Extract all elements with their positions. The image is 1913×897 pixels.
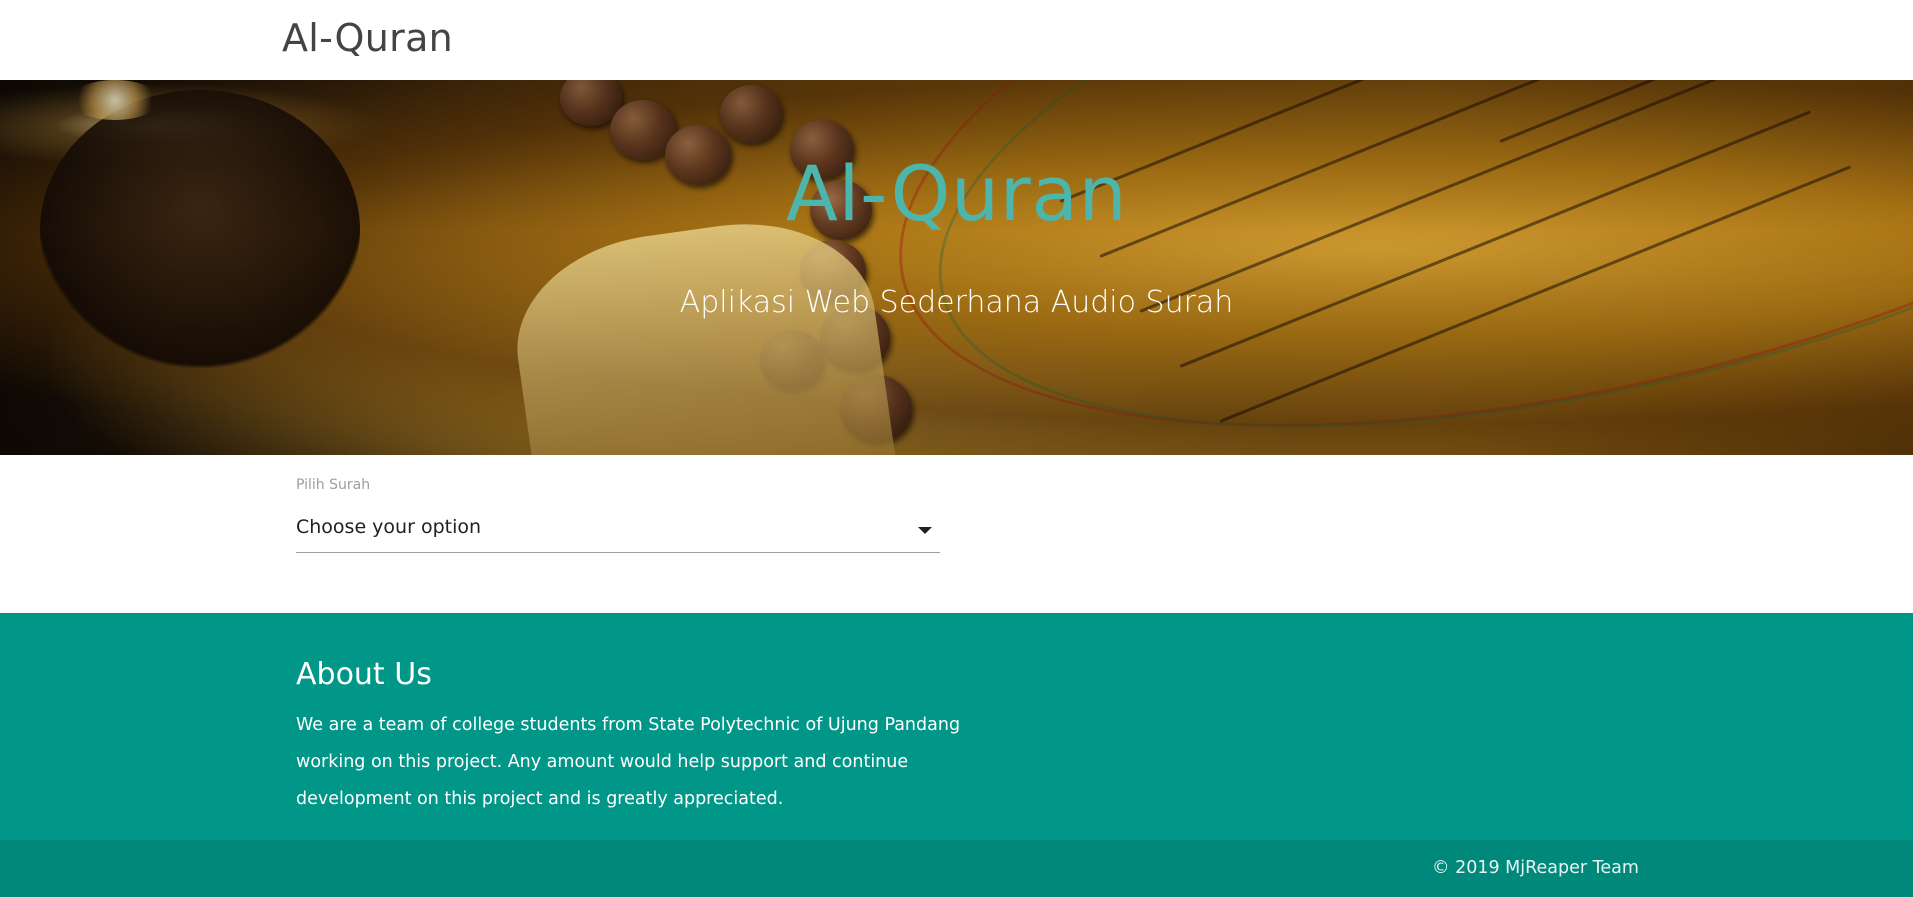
brand-logo-link[interactable]: Al-Quran xyxy=(282,17,453,60)
footer-copyright-bar: © 2019 MjReaper Team xyxy=(0,840,1913,897)
hero-banner: Al-Quran Aplikasi Web Sederhana Audio Su… xyxy=(0,80,1913,455)
about-text: We are a team of college students from S… xyxy=(296,715,961,809)
surah-select-label: Pilih Surah xyxy=(296,477,371,493)
top-navbar: Al-Quran xyxy=(0,0,1913,80)
hero-subtitle: Aplikasi Web Sederhana Audio Surah xyxy=(679,285,1234,320)
caret-down-icon xyxy=(918,527,932,534)
surah-select-section: Pilih Surah Choose your option xyxy=(296,478,940,553)
about-title: About Us xyxy=(296,657,432,692)
hero-title: Al-Quran xyxy=(785,149,1128,238)
page-footer: About Us We are a team of college studen… xyxy=(0,613,1913,840)
surah-select-value: Choose your option xyxy=(296,516,482,538)
hero-overlay xyxy=(0,80,1913,455)
surah-select-dropdown[interactable]: Choose your option xyxy=(296,506,940,553)
copyright-text: © 2019 MjReaper Team xyxy=(1432,858,1639,878)
